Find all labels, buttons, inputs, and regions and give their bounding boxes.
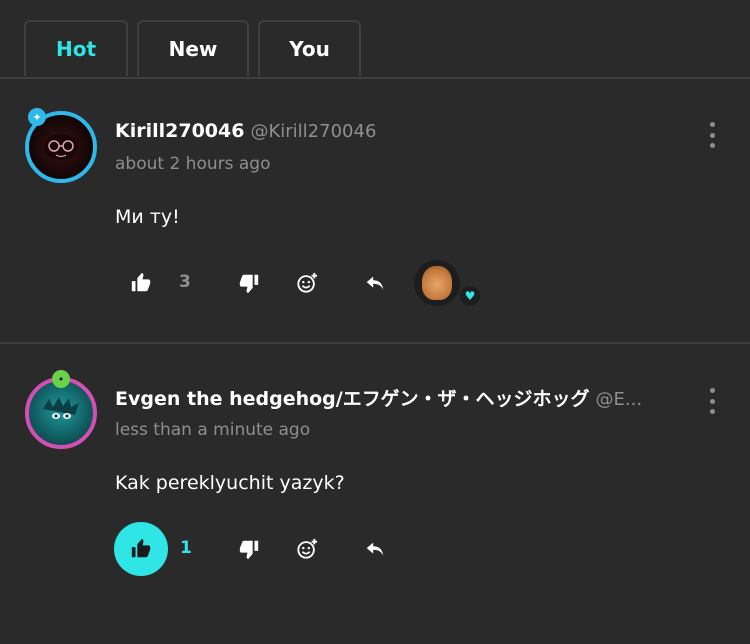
comment-text: Ми ту! [115, 206, 180, 228]
like-count: 3 [179, 272, 191, 292]
tab-new[interactable]: New [137, 20, 249, 76]
display-name[interactable]: Evgen the hedgehog/エフゲン・ザ・ヘッジホッグ [115, 388, 590, 410]
avatar-badge-icon: ✦ [28, 108, 46, 126]
like-button[interactable] [114, 256, 168, 310]
comment-author[interactable]: Kirill270046 @Kirill270046 [115, 120, 376, 142]
dislike-button[interactable] [222, 522, 276, 576]
feed-tabs: Hot New You [0, 0, 750, 79]
avatar-badge-icon: • [52, 370, 70, 388]
more-options-icon[interactable] [706, 122, 718, 148]
dislike-button[interactable] [222, 256, 276, 310]
comment-text: Kak pereklyuchit yazyk? [115, 472, 345, 494]
like-button[interactable] [114, 522, 168, 576]
avatar-image [43, 397, 79, 419]
dislike-icon [239, 274, 259, 294]
tab-you[interactable]: You [258, 20, 361, 76]
add-reaction-button[interactable] [280, 256, 334, 310]
reply-button[interactable] [348, 256, 402, 310]
more-options-icon[interactable] [706, 388, 718, 414]
add-reaction-icon [297, 272, 318, 293]
dislike-icon [239, 540, 259, 560]
reply-icon [366, 542, 384, 556]
user-handle[interactable]: @E... [596, 389, 643, 410]
display-name[interactable]: Kirill270046 [115, 120, 244, 142]
like-icon [131, 538, 151, 558]
heart-icon: ♥ [460, 286, 480, 306]
avatar-image [44, 134, 78, 160]
user-handle[interactable]: @Kirill270046 [250, 121, 376, 142]
like-icon [131, 272, 151, 292]
add-reaction-button[interactable] [280, 522, 334, 576]
reply-button[interactable] [348, 522, 402, 576]
tab-hot[interactable]: Hot [24, 20, 128, 76]
reaction-avatar[interactable] [414, 260, 460, 306]
add-reaction-icon [297, 538, 318, 559]
reply-icon [366, 276, 384, 290]
comment-timestamp: about 2 hours ago [115, 154, 271, 174]
comment-timestamp: less than a minute ago [115, 420, 311, 440]
comment-author[interactable]: Evgen the hedgehog/エフゲン・ザ・ヘッジホッグ @E... [115, 384, 681, 411]
like-count: 1 [180, 538, 192, 558]
comment: ✦ Kirill270046 @Kirill270046 about 2 hour… [0, 78, 750, 344]
reactor-image [422, 266, 452, 300]
comment: • Evgen the hedgehog/エフゲン・ザ・ヘッジホッグ @E... … [0, 344, 750, 644]
